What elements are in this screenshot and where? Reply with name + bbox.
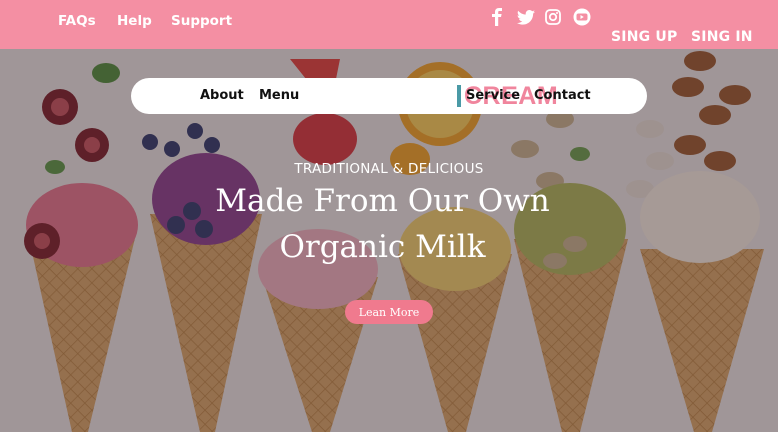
learn-more-button[interactable]: Lean More [345, 300, 433, 324]
instagram-icon[interactable] [543, 7, 563, 27]
sign-up-link[interactable]: SING UP [611, 29, 677, 45]
hero-headline-line1: Made From Our Own [215, 183, 550, 219]
nav-menu[interactable]: Menu [259, 88, 299, 103]
nav-contact[interactable]: Contact [534, 88, 591, 103]
help-link[interactable]: Help [117, 13, 152, 29]
nav-service[interactable]: Service [466, 88, 520, 103]
youtube-icon[interactable] [572, 7, 592, 27]
twitter-icon[interactable] [516, 7, 536, 27]
facebook-icon[interactable] [487, 7, 507, 27]
top-bar: FAQs Help Support SING UP SING IN [0, 0, 778, 49]
support-link[interactable]: Support [171, 13, 232, 29]
hero-headline-line2: Organic Milk [279, 229, 486, 265]
faqs-link[interactable]: FAQs [58, 13, 96, 29]
main-nav: About Menu CREAM Service Contact [131, 78, 647, 114]
hero-eyebrow: TRADITIONAL & DELICIOUS [294, 161, 484, 177]
nav-about[interactable]: About [200, 88, 244, 103]
sign-in-link[interactable]: SING IN [691, 29, 753, 45]
logo-mark [457, 85, 461, 107]
